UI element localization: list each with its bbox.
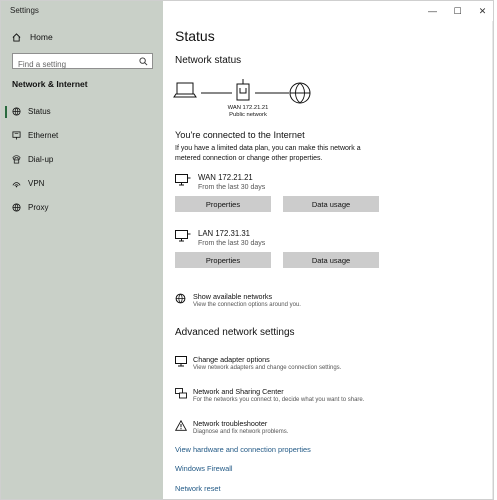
setting-name: Network and Sharing Center (193, 387, 284, 396)
network-and-sharing-center[interactable]: Network and Sharing Center For the netwo… (175, 387, 475, 407)
sidebar-item-label: Ethernet (28, 131, 59, 140)
globe-icon (12, 203, 21, 212)
advanced-heading: Advanced network settings (175, 327, 295, 338)
network-name: WAN 172.21.21 (227, 105, 269, 111)
sidebar-item-label: VPN (28, 179, 45, 188)
app-title: Settings (10, 6, 39, 15)
search-box[interactable] (12, 53, 153, 72)
home-icon (12, 32, 21, 42)
connection-sub: From the last 30 days (198, 184, 266, 191)
network-globe-icon (175, 293, 186, 304)
setting-sub: Diagnose and fix network problems. (193, 429, 289, 435)
connection-name: WAN 172.21.21 (198, 173, 253, 182)
adapter-icon (175, 356, 187, 367)
show-available-networks[interactable]: Show available networks View the connect… (175, 292, 475, 312)
sidebar-item-label: Dial-up (28, 155, 54, 164)
connected-title: You're connected to the Internet (175, 130, 305, 140)
search-icon[interactable] (139, 57, 148, 66)
sidebar: Settings Home Network & Internet Status (1, 1, 163, 499)
settings-window: Settings Home Network & Internet Status (0, 0, 494, 500)
data-usage-button-lan[interactable]: Data usage (283, 252, 379, 268)
sidebar-item-vpn[interactable]: VPN (1, 176, 163, 192)
warning-icon (175, 420, 187, 431)
right-edge-strip (492, 21, 493, 499)
main-content: — ☐ ✕ Status Network status WAN 172.21.2… (163, 1, 493, 499)
data-usage-button-wan[interactable]: Data usage (283, 196, 379, 212)
link-windows-firewall[interactable]: Windows Firewall (175, 464, 233, 473)
sidebar-item-proxy[interactable]: Proxy (1, 200, 163, 216)
minimize-button[interactable]: — (420, 1, 445, 21)
page-title: Status (175, 28, 215, 44)
connection-sub: From the last 30 days (198, 240, 266, 247)
ethernet-pc-icon (175, 174, 191, 186)
home-label: Home (30, 32, 53, 42)
link-hardware-properties[interactable]: View hardware and connection properties (175, 445, 311, 454)
sidebar-item-ethernet[interactable]: Ethernet (1, 128, 163, 144)
network-troubleshooter[interactable]: Network troubleshooter Diagnose and fix … (175, 419, 475, 439)
section-title: Network & Internet (12, 79, 88, 89)
connected-description: If you have a limited data plan, you can… (175, 145, 361, 162)
network-status-heading: Network status (175, 55, 242, 66)
network-type: Public network (229, 112, 267, 118)
setting-sub: View the connection options around you. (193, 302, 301, 308)
vpn-icon (12, 182, 21, 188)
network-diagram (173, 79, 311, 104)
change-adapter-options[interactable]: Change adapter options View network adap… (175, 355, 475, 375)
network-label: WAN 172.21.21 Public network (218, 105, 278, 119)
setting-sub: For the networks you connect to, decide … (193, 397, 365, 403)
link-network-reset[interactable]: Network reset (175, 484, 221, 493)
connection-name: LAN 172.31.31 (198, 229, 251, 238)
sidebar-home[interactable]: Home (12, 30, 53, 44)
window-controls: — ☐ ✕ (420, 1, 493, 21)
dialup-icon (12, 155, 21, 164)
properties-button-lan[interactable]: Properties (175, 252, 271, 268)
home-globe-icon (12, 107, 21, 116)
ethernet-port-icon (236, 79, 250, 101)
ethernet-icon (12, 131, 21, 140)
laptop-icon (173, 82, 197, 98)
sharing-icon (175, 388, 187, 399)
internet-globe-icon (289, 82, 311, 104)
search-input[interactable] (13, 57, 133, 72)
properties-button-wan[interactable]: Properties (175, 196, 271, 212)
close-button[interactable]: ✕ (470, 1, 493, 21)
sidebar-item-label: Status (28, 107, 51, 116)
ethernet-pc-icon (175, 230, 191, 242)
setting-sub: View network adapters and change connect… (193, 365, 342, 371)
setting-name: Show available networks (193, 292, 273, 301)
sidebar-item-dialup[interactable]: Dial-up (1, 152, 163, 168)
setting-name: Change adapter options (193, 355, 270, 364)
sidebar-item-status[interactable]: Status (1, 104, 163, 120)
maximize-button[interactable]: ☐ (445, 1, 470, 21)
setting-name: Network troubleshooter (193, 419, 268, 428)
sidebar-item-label: Proxy (28, 203, 49, 212)
